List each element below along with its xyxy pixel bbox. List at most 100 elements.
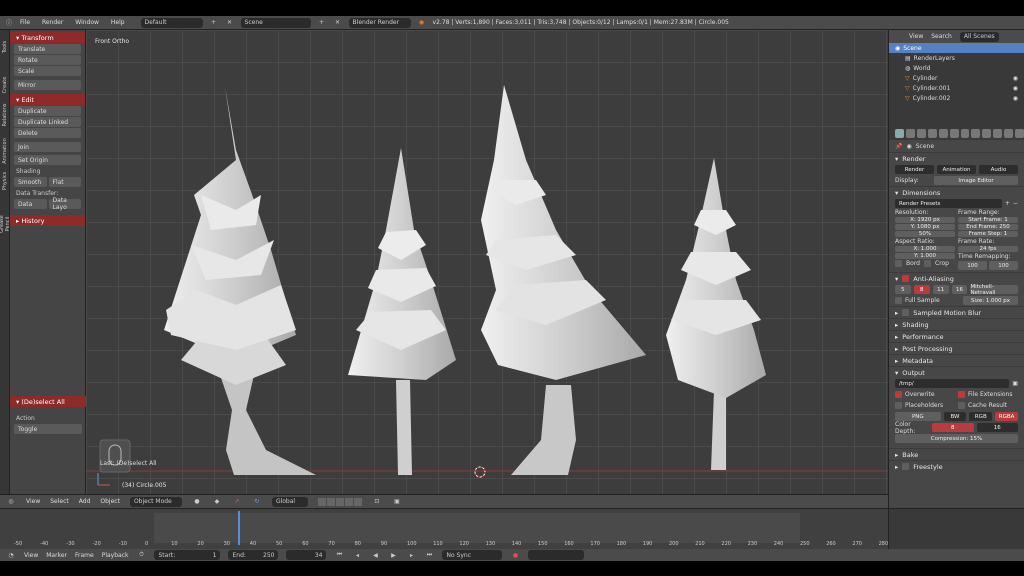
remap-new-field[interactable]: 100 [989,261,1018,270]
record-icon[interactable]: ● [510,550,520,560]
current-frame-field[interactable]: 34 [286,550,327,560]
render-button[interactable]: Render [895,165,934,174]
rotate-button[interactable]: Rotate [14,55,81,65]
animation-button[interactable]: Animation [937,165,976,174]
panel-motion-blur-header[interactable]: ▸ Sampled Motion Blur [889,306,1024,318]
add-preset-icon[interactable]: + [1005,200,1010,207]
panel-history-header[interactable]: ▸ History [10,215,85,226]
display-mode-select[interactable]: All Scenes [959,31,999,42]
physics-tab-icon[interactable] [1015,128,1024,138]
menu-view[interactable]: View [24,552,38,559]
outliner-item-cylinder-001[interactable]: ▽ Cylinder.001 ◉ [889,83,1024,93]
timeline-editor[interactable]: -50 -40 -30 -20 -10 0 10 20 30 40 50 60 70 80 90 100 110… [0,508,1024,561]
aa-sample-5[interactable]: 5 [895,285,911,294]
pin-icon[interactable]: 📌 [895,143,902,150]
menu-select[interactable]: Select [50,498,69,505]
jump-start-icon[interactable]: ⏮ [334,550,344,560]
audio-button[interactable]: Audio [979,165,1018,174]
translate-button[interactable]: Translate [14,44,81,54]
set-origin-button[interactable]: Set Origin [14,155,81,165]
menu-window[interactable]: Window [75,19,99,26]
play-icon[interactable]: ▶ [388,550,398,560]
visibility-eye-icon[interactable]: ◉ [1013,95,1018,102]
color-rgb-button[interactable]: RGB [969,412,993,421]
color-rgba-button[interactable]: RGBA [995,412,1018,421]
remap-old-field[interactable]: 100 [958,261,987,270]
menu-add[interactable]: Add [79,498,91,505]
snap-icon[interactable]: ⊡ [372,497,382,507]
resolution-percent-field[interactable]: 50% [895,231,955,237]
start-frame-field[interactable]: Start Frame: 1 [958,217,1018,223]
aa-sample-16[interactable]: 16 [951,285,968,294]
object-tab-icon[interactable] [938,128,948,138]
3d-cursor[interactable] [474,466,486,478]
3d-viewport[interactable]: Front Ortho Last: (De)select All (34) Ci… [86,30,888,508]
menu-frame[interactable]: Frame [75,552,94,559]
file-extensions-checkbox[interactable] [958,391,965,398]
tree-model-1[interactable] [164,87,316,475]
render-engine-select[interactable]: Blender Render [348,17,411,28]
panel-render-header[interactable]: ▾ Render [889,152,1024,164]
visibility-eye-icon[interactable]: ◉ [1013,75,1018,82]
particles-tab-icon[interactable] [1004,128,1014,138]
timeline-track[interactable] [0,511,888,545]
rotate-manipulator-icon[interactable]: ↻ [252,497,262,507]
scene-tab-icon[interactable] [916,128,926,138]
cache-result-checkbox[interactable] [958,402,965,409]
preview-range-icon[interactable]: ⏱ [136,550,146,560]
depth-8-button[interactable]: 8 [932,423,974,432]
aspect-x-field[interactable]: X: 1.000 [895,246,955,252]
render-tab-icon[interactable] [895,128,904,138]
tree-model-4[interactable] [666,158,766,470]
tab-create[interactable]: Create [2,70,8,100]
texture-tab-icon[interactable] [993,128,1003,138]
tab-relations[interactable]: Relations [2,100,8,130]
layers-tab-icon[interactable] [905,128,915,138]
aa-sample-8[interactable]: 8 [913,285,930,294]
overwrite-checkbox[interactable] [895,391,902,398]
data-tab-icon[interactable] [971,128,981,138]
crop-checkbox[interactable] [923,260,931,267]
outliner-search-menu[interactable]: Search [931,33,952,40]
menu-object[interactable]: Object [100,498,120,505]
resolution-y-field[interactable]: Y: 1080 px [895,224,955,230]
panel-freestyle-header[interactable]: ▸ Freestyle [889,460,1024,472]
start-frame-field[interactable]: Start: 1 [154,550,221,560]
operator-panel-header[interactable]: ▾ (De)select All [10,396,86,407]
prev-keyframe-icon[interactable]: ◂ [352,550,362,560]
panel-post-processing-header[interactable]: ▸ Post Processing [889,342,1024,354]
menu-render[interactable]: Render [42,19,63,26]
folder-icon[interactable]: ▣ [1012,380,1018,387]
panel-transform-header[interactable]: ▾ Transform [10,32,85,43]
join-button[interactable]: Join [14,142,81,152]
delete-button[interactable]: Delete [14,128,81,138]
outliner-item-cylinder-002[interactable]: ▽ Cylinder.002 ◉ [889,93,1024,103]
action-select[interactable]: Toggle [14,424,82,434]
full-sample-checkbox[interactable] [895,297,902,304]
info-editor-icon[interactable]: ⓘ [4,18,14,28]
timeline-editor-icon[interactable]: ◔ [6,550,16,560]
scale-button[interactable]: Scale [14,66,81,76]
mirror-button[interactable]: Mirror [14,80,81,90]
outliner-view-menu[interactable]: View [909,33,923,40]
motion-blur-checkbox[interactable] [902,309,910,316]
output-path-field[interactable]: /tmp/ [895,379,1010,388]
next-keyframe-icon[interactable]: ▸ [406,550,416,560]
menu-playback[interactable]: Playback [102,552,129,559]
border-checkbox[interactable] [895,260,902,267]
resolution-x-field[interactable]: X: 1920 px [895,217,955,223]
scene-select[interactable]: Scene [240,17,311,28]
panel-metadata-header[interactable]: ▸ Metadata [889,354,1024,366]
menu-view[interactable]: View [26,498,40,505]
menu-file[interactable]: File [20,19,30,26]
panel-shading-header[interactable]: ▸ Shading [889,318,1024,330]
render-icon[interactable]: ▣ [392,497,402,507]
close-icon[interactable]: ✕ [225,18,235,28]
tree-model-3[interactable] [481,85,646,475]
end-frame-field[interactable]: End: 250 [228,550,279,560]
outliner-item-scene[interactable]: ◉ Scene [889,43,1024,53]
tree-model-2[interactable] [348,148,456,475]
aspect-y-field[interactable]: Y: 1.000 [895,253,955,259]
outliner-item-cylinder[interactable]: ▽ Cylinder ◉ [889,73,1024,83]
modifiers-tab-icon[interactable] [960,128,970,138]
